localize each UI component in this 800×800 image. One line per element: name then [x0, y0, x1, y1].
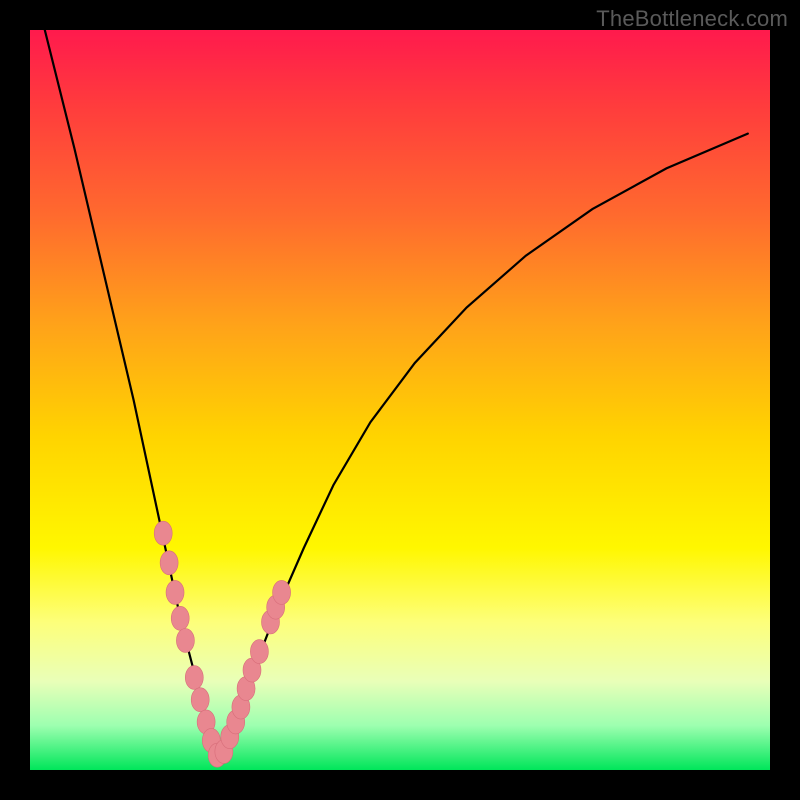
chart-svg — [30, 30, 770, 770]
plot-area — [30, 30, 770, 770]
curve-right-arm — [217, 134, 748, 759]
marker-point — [154, 521, 172, 545]
marker-point — [185, 666, 203, 690]
marker-point — [160, 551, 178, 575]
marker-point — [166, 580, 184, 604]
marker-point — [191, 688, 209, 712]
marker-point — [273, 580, 291, 604]
marker-point — [250, 640, 268, 664]
watermark-text: TheBottleneck.com — [596, 6, 788, 32]
marker-group — [154, 521, 290, 767]
marker-point — [176, 629, 194, 653]
marker-point — [171, 606, 189, 630]
